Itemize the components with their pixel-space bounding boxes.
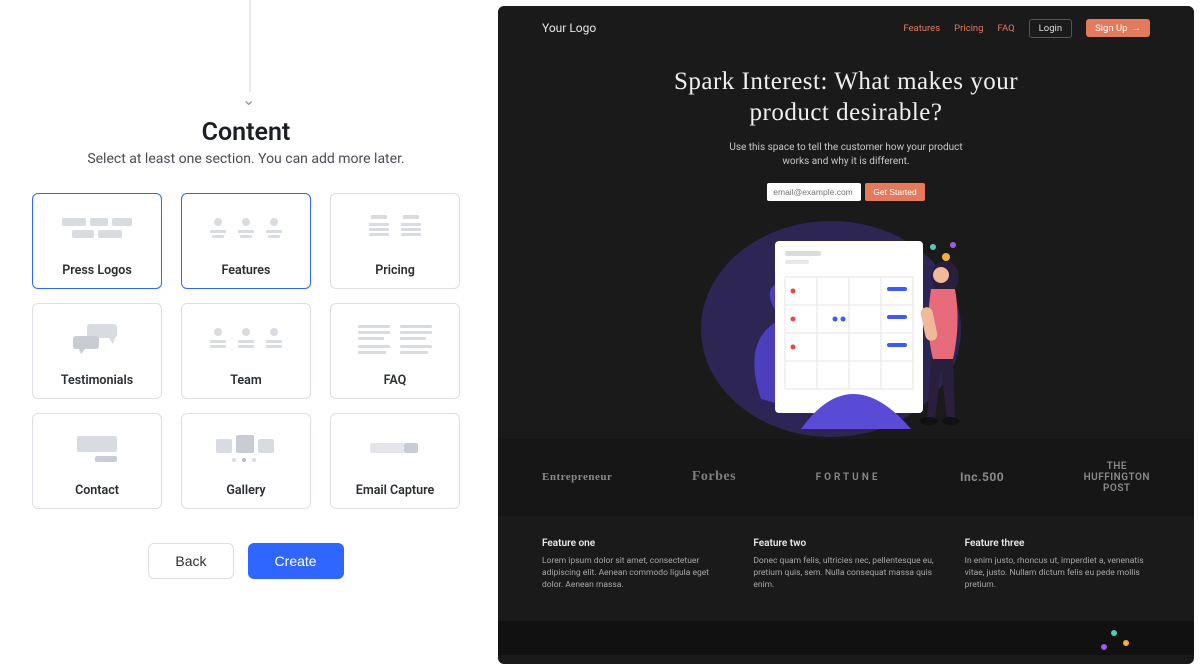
signup-label: Sign Up: [1095, 23, 1127, 34]
card-label: Gallery: [226, 483, 265, 498]
wizard-left-panel: ⌄ Content Select at least one section. Y…: [0, 0, 492, 670]
contact-icon: [33, 414, 161, 483]
feature-two: Feature two Donec quam felis, ultricies …: [753, 538, 938, 592]
create-button[interactable]: Create: [248, 543, 344, 579]
preview-header: Your Logo Features Pricing FAQ Login Sig…: [498, 6, 1194, 40]
card-faq[interactable]: FAQ: [330, 303, 460, 399]
press-fortune: FORTUNE: [816, 472, 881, 483]
card-pricing[interactable]: Pricing: [330, 193, 460, 289]
card-label: Team: [230, 373, 261, 388]
chevron-down-icon: ⌄: [242, 90, 255, 109]
preview-pane: Your Logo Features Pricing FAQ Login Sig…: [492, 0, 1200, 670]
feature-title: Feature two: [753, 538, 938, 549]
email-capture-icon: [331, 414, 459, 483]
section-heading: Content Select at least one section. You…: [87, 118, 404, 167]
press-inc500: Inc.500: [960, 470, 1004, 484]
testimonials-icon: [33, 304, 161, 373]
feature-body: Lorem ipsum dolor sit amet, consectetuer…: [542, 555, 727, 592]
preview-logo: Your Logo: [542, 21, 596, 35]
wizard-subtitle: Select at least one section. You can add…: [87, 151, 404, 167]
card-email-capture[interactable]: Email Capture: [330, 413, 460, 509]
feature-one: Feature one Lorem ipsum dolor sit amet, …: [542, 538, 727, 592]
email-input[interactable]: [767, 183, 861, 201]
bottom-strip: [498, 621, 1194, 655]
hero-title: Spark Interest: What makes your product …: [636, 66, 1056, 129]
team-icon: [182, 304, 310, 373]
feature-title: Feature one: [542, 538, 727, 549]
pricing-icon: [331, 194, 459, 263]
card-label: Testimonials: [61, 373, 133, 388]
press-entrepreneur: Entrepreneur: [542, 471, 612, 483]
hero-illustration: [498, 219, 1194, 439]
features-row: Feature one Lorem ipsum dolor sit amet, …: [498, 516, 1194, 622]
feature-body: Donec quam felis, ultricies nec, pellent…: [753, 555, 938, 592]
hero-section: Spark Interest: What makes your product …: [498, 66, 1194, 201]
gallery-icon: [182, 414, 310, 483]
faq-icon: [331, 304, 459, 373]
nav-features[interactable]: Features: [903, 23, 940, 34]
press-logos-icon: [33, 194, 161, 263]
press-huffpost: THEHUFFINGTONPOST: [1084, 461, 1150, 494]
card-features[interactable]: Features: [181, 193, 311, 289]
card-press-logos[interactable]: Press Logos: [32, 193, 162, 289]
nav-faq[interactable]: FAQ: [998, 23, 1015, 34]
signup-button[interactable]: Sign Up →: [1086, 19, 1150, 37]
card-testimonials[interactable]: Testimonials: [32, 303, 162, 399]
press-logos-row: Entrepreneur Forbes FORTUNE Inc.500 THEH…: [498, 439, 1194, 516]
card-label: FAQ: [384, 373, 407, 388]
card-team[interactable]: Team: [181, 303, 311, 399]
card-label: Email Capture: [356, 483, 434, 498]
features-icon: [182, 194, 310, 263]
press-forbes: Forbes: [692, 469, 736, 485]
feature-body: In enim justo, rhoncus ut, imperdiet a, …: [965, 555, 1150, 592]
arrow-right-icon: →: [1132, 23, 1142, 34]
get-started-button[interactable]: Get Started: [865, 183, 924, 201]
card-label: Features: [222, 263, 271, 278]
card-label: Press Logos: [62, 263, 132, 278]
back-button[interactable]: Back: [148, 543, 233, 579]
card-label: Pricing: [375, 263, 415, 278]
preview-canvas: Your Logo Features Pricing FAQ Login Sig…: [498, 6, 1194, 664]
wizard-title: Content: [87, 118, 404, 147]
step-connector: [249, 0, 251, 92]
feature-three: Feature three In enim justo, rhoncus ut,…: [965, 538, 1150, 592]
card-gallery[interactable]: Gallery: [181, 413, 311, 509]
nav-pricing[interactable]: Pricing: [954, 23, 983, 34]
preview-nav: Features Pricing FAQ Login Sign Up →: [903, 19, 1150, 38]
wizard-buttons: Back Create: [148, 543, 343, 579]
login-button[interactable]: Login: [1029, 19, 1072, 38]
hero-sub: Use this space to tell the customer how …: [716, 141, 976, 169]
feature-title: Feature three: [965, 538, 1150, 549]
card-contact[interactable]: Contact: [32, 413, 162, 509]
card-label: Contact: [75, 483, 119, 498]
section-cards-grid: Press Logos Features Pricing: [32, 193, 460, 509]
hero-form: Get Started: [558, 183, 1134, 201]
